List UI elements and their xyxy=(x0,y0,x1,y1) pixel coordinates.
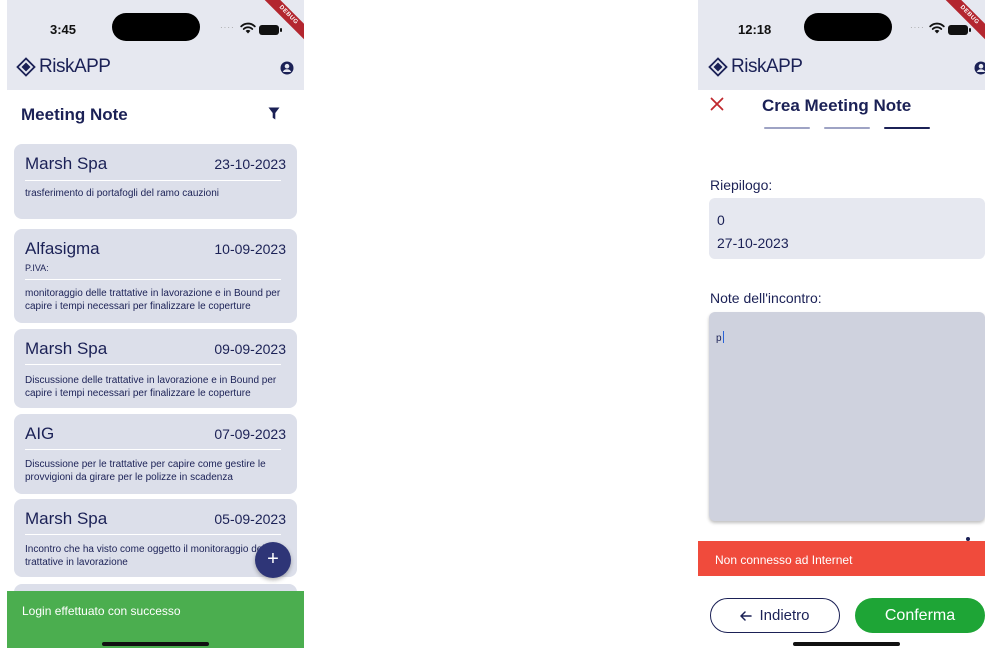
meeting-note-list-screen: 3:45 ···· DEBUG RiskAPP Meeting Note Mar… xyxy=(7,0,304,648)
card-client-name: Marsh Spa xyxy=(25,509,108,528)
card-date: 05-09-2023 xyxy=(214,511,286,527)
confirm-button[interactable]: Conferma xyxy=(855,598,985,633)
card-description: Discussione delle trattative in lavorazi… xyxy=(25,375,277,399)
home-indicator[interactable] xyxy=(102,642,209,646)
card-description: Incontro che ha visto come oggetto il mo… xyxy=(25,544,273,568)
summary-label: Riepilogo: xyxy=(710,177,773,193)
card-description: trasferimento di portafogli del ramo cau… xyxy=(25,188,219,199)
filter-icon[interactable] xyxy=(268,107,280,120)
app-bar: RiskAPP xyxy=(7,50,304,90)
meeting-note-card[interactable]: AIG 07-09-2023 Discussione per le tratta… xyxy=(14,414,297,494)
page-title: Crea Meeting Note xyxy=(762,96,912,115)
snackbar-message: Login effettuato con successo xyxy=(22,604,181,618)
snackbar-message: Non connesso ad Internet xyxy=(715,553,853,567)
card-header: Alfasigma 10-09-2023 xyxy=(25,239,286,261)
card-divider xyxy=(25,180,281,181)
step-indicator-3-active xyxy=(884,127,930,129)
notes-label: Note dell'incontro: xyxy=(710,290,822,306)
signal-icon: ···· xyxy=(910,23,925,32)
app-bar: RiskAPP xyxy=(698,50,985,90)
card-vat-number: P.IVA: xyxy=(25,263,49,273)
create-meeting-note-screen: 12:18 ···· DEBUG RiskAPP Crea Meeting No… xyxy=(698,0,985,648)
app-logo: RiskAPP xyxy=(16,56,111,78)
meeting-note-card[interactable]: Marsh Spa 05-09-2023 Incontro che ha vis… xyxy=(14,499,297,577)
debug-label: DEBUG xyxy=(942,0,985,43)
meeting-note-card[interactable]: Alfasigma 10-09-2023 P.IVA: monitoraggio… xyxy=(14,229,297,323)
back-button-label: Indietro xyxy=(759,607,810,624)
card-client-name: Marsh Spa xyxy=(25,154,108,173)
status-time: 12:18 xyxy=(738,22,772,37)
logo-diamond-icon xyxy=(16,57,36,77)
status-bar: 12:18 ···· DEBUG xyxy=(698,0,985,50)
arrow-left-icon xyxy=(740,610,753,621)
summary-box: 0 27-10-2023 xyxy=(709,198,985,259)
card-header: Marsh Spa 23-10-2023 xyxy=(25,154,286,176)
step-indicator-2 xyxy=(824,127,870,129)
card-client-name: AIG xyxy=(25,424,55,443)
meeting-note-card[interactable]: Marsh Spa 09-09-2023 Discussione delle t… xyxy=(14,329,297,408)
add-meeting-note-button[interactable]: + xyxy=(255,542,291,578)
card-divider xyxy=(25,364,281,365)
status-bar: 3:45 ···· DEBUG xyxy=(7,0,304,50)
status-time: 3:45 xyxy=(50,22,77,37)
user-account-icon[interactable] xyxy=(974,61,985,75)
step-indicator-1 xyxy=(764,127,810,129)
card-header: AIG 07-09-2023 xyxy=(25,424,286,446)
wifi-icon xyxy=(240,22,256,34)
card-divider xyxy=(25,449,281,450)
dynamic-island xyxy=(112,13,200,41)
card-header: Marsh Spa 09-09-2023 xyxy=(25,339,286,361)
card-client-name: Alfasigma xyxy=(25,239,100,258)
debug-ribbon: DEBUG xyxy=(258,0,304,46)
summary-value: 0 xyxy=(717,212,725,228)
signal-icon: ···· xyxy=(220,23,235,32)
card-date: 09-09-2023 xyxy=(214,341,286,357)
debug-ribbon: DEBUG xyxy=(939,0,985,46)
app-logo: RiskAPP xyxy=(708,56,803,78)
notes-text: p xyxy=(716,331,724,344)
app-name: RiskAPP xyxy=(731,56,803,77)
meeting-notes-textarea[interactable]: p xyxy=(709,312,985,521)
card-date: 10-09-2023 xyxy=(214,241,286,257)
dynamic-island xyxy=(804,13,892,41)
error-snackbar: Non connesso ad Internet xyxy=(698,541,985,576)
logo-diamond-icon xyxy=(708,57,728,77)
app-name: RiskAPP xyxy=(39,56,111,77)
back-button[interactable]: Indietro xyxy=(710,598,840,633)
notes-value: p xyxy=(716,333,722,344)
user-account-icon[interactable] xyxy=(280,61,294,75)
card-divider xyxy=(25,534,281,535)
card-divider xyxy=(25,279,281,280)
summary-date: 27-10-2023 xyxy=(717,235,789,251)
card-header: Marsh Spa 05-09-2023 xyxy=(25,509,286,531)
card-date: 07-09-2023 xyxy=(214,426,286,442)
list-header: Meeting Note xyxy=(7,90,304,136)
debug-label: DEBUG xyxy=(261,0,304,43)
close-icon[interactable] xyxy=(710,97,724,111)
success-snackbar: Login effettuato con successo xyxy=(7,591,304,648)
meeting-note-card[interactable]: Marsh Spa 23-10-2023 trasferimento di po… xyxy=(14,144,297,219)
card-description: Discussione per le trattative per capire… xyxy=(25,459,266,483)
page-title: Meeting Note xyxy=(21,105,128,124)
card-description: monitoraggio delle trattative in lavoraz… xyxy=(25,288,281,312)
card-date: 23-10-2023 xyxy=(214,156,286,172)
text-caret xyxy=(722,331,724,343)
home-indicator[interactable] xyxy=(793,642,900,646)
card-client-name: Marsh Spa xyxy=(25,339,108,358)
